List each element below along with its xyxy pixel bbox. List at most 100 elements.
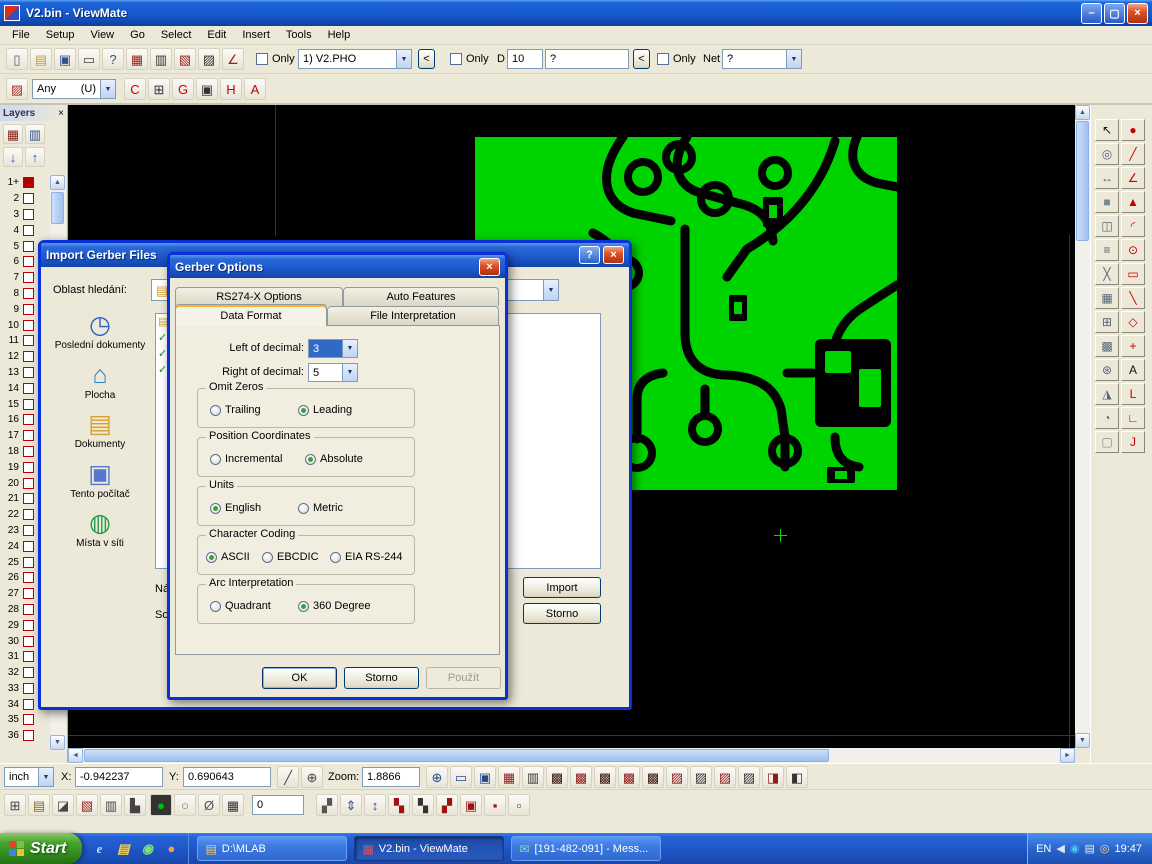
layer-color-swatch[interactable] [23, 714, 34, 725]
only-net-checkbox[interactable]: Only [657, 53, 696, 65]
pad-select-icon[interactable]: ▣ [196, 78, 218, 100]
start-button[interactable]: Start [0, 833, 82, 864]
radio-icon[interactable] [330, 552, 341, 563]
film-icon-5[interactable]: ▩ [642, 766, 664, 788]
layer-color-swatch[interactable] [23, 493, 34, 504]
settings-icon[interactable]: ⊛ [1095, 359, 1119, 381]
select-all-icon[interactable]: ⊞ [4, 794, 26, 816]
highlight-net-icon[interactable]: H [220, 78, 242, 100]
layer-up-icon[interactable]: ↑ [25, 147, 45, 167]
pointer-icon[interactable]: ↖ [1095, 119, 1119, 141]
import-button[interactable]: Import [523, 577, 601, 598]
select-filter-icon[interactable]: ▨ [6, 78, 28, 100]
layer-row[interactable]: 4 [1, 222, 50, 238]
prev-layer-button[interactable]: < [418, 49, 435, 69]
layer-color-swatch[interactable] [23, 604, 34, 615]
radio-checked-icon[interactable] [206, 552, 217, 563]
radio-360-degree[interactable]: 360 Degree [298, 600, 371, 612]
close-button[interactable]: × [479, 258, 500, 276]
vertical-scrollbar[interactable]: ▲ ▼ [1075, 105, 1090, 748]
radio-incremental[interactable]: Incremental [210, 453, 282, 465]
film-icon-3[interactable]: ▩ [594, 766, 616, 788]
layer-color-swatch[interactable] [23, 620, 34, 631]
film-icon-4[interactable]: ▩ [618, 766, 640, 788]
unit-combo[interactable]: inch ▼ [4, 767, 54, 787]
add-slash-icon[interactable]: ╲ [1121, 287, 1145, 309]
rotation-field[interactable]: 0 [252, 795, 304, 815]
negative-icon-4[interactable]: ▨ [738, 766, 760, 788]
add-arc-icon[interactable]: ◜ [1121, 215, 1145, 237]
pad-pattern-icon-2[interactable]: ▚ [412, 794, 434, 816]
menu-item[interactable]: Setup [38, 27, 83, 43]
radio-leading[interactable]: Leading [298, 404, 352, 416]
dcode-table-icon[interactable]: ▥ [150, 48, 172, 70]
radio-icon[interactable] [298, 503, 309, 514]
network-status-icon[interactable]: ◉ [1070, 843, 1080, 855]
add-line-icon[interactable]: ╱ [1121, 143, 1145, 165]
layer-color-swatch[interactable] [23, 320, 34, 331]
layer-pair-icon[interactable]: ▧ [76, 794, 98, 816]
text-marker-icon[interactable]: A [244, 78, 266, 100]
close-button[interactable]: × [603, 246, 624, 264]
x-coordinate-field[interactable]: -0.942237 [75, 767, 163, 787]
dropdown-arrow-icon[interactable]: ▼ [543, 280, 558, 300]
lamp-icon[interactable]: ○ [174, 794, 196, 816]
layer-grid-icon[interactable]: ▦ [3, 124, 23, 144]
layer-color-swatch[interactable] [23, 541, 34, 552]
maximize-button[interactable]: ▢ [1104, 3, 1125, 24]
layer-color-swatch[interactable] [23, 288, 34, 299]
measure-diagonal-icon[interactable]: ╱ [277, 766, 299, 788]
ok-button[interactable]: OK [262, 667, 337, 689]
square-pad-icon[interactable]: ■ [1095, 191, 1119, 213]
tab-auto-features[interactable]: Auto Features [343, 287, 499, 306]
layer-color-swatch[interactable] [23, 193, 34, 204]
rotate-icon[interactable]: ◮ [1095, 383, 1119, 405]
radio-absolute[interactable]: Absolute [305, 453, 363, 465]
layer-color-swatch[interactable] [23, 636, 34, 647]
zoom-box-icon[interactable]: ▭ [450, 766, 472, 788]
scroll-down-icon[interactable]: ▼ [50, 735, 65, 750]
radio-english[interactable]: English [210, 502, 261, 514]
open-file-icon[interactable]: ▤ [30, 48, 52, 70]
pad-pattern-icon-5[interactable]: ▪ [484, 794, 506, 816]
layer-color-swatch[interactable] [23, 225, 34, 236]
layer-color-swatch[interactable] [23, 256, 34, 267]
pad-pattern-icon-4[interactable]: ▣ [460, 794, 482, 816]
layer-down-icon[interactable]: ↓ [3, 147, 23, 167]
select-mode-combo[interactable]: Any (U) ▼ [32, 79, 116, 99]
dropdown-arrow-icon[interactable]: ▼ [100, 80, 115, 98]
menu-item[interactable]: Insert [234, 27, 278, 43]
dcode-filter-field[interactable]: ? [545, 49, 629, 69]
layer-row[interactable]: 36 [1, 728, 50, 744]
layer-color-swatch[interactable] [23, 414, 34, 425]
grid-icon[interactable]: ▦ [222, 794, 244, 816]
radio-quadrant[interactable]: Quadrant [210, 600, 271, 612]
radio-checked-icon[interactable] [298, 601, 309, 612]
snap-grid-icon[interactable]: ⊞ [1095, 311, 1119, 333]
place-documents[interactable]: ▤ Dokumenty [49, 412, 151, 451]
minimize-button[interactable]: – [1081, 3, 1102, 24]
zoom-field[interactable]: 1.8866 [362, 767, 420, 787]
radio-ascii[interactable]: ASCII [206, 551, 250, 563]
checkbox-icon[interactable] [657, 53, 669, 65]
tab-data-format[interactable]: Data Format [175, 304, 327, 326]
add-circle-icon[interactable]: ⊙ [1121, 239, 1145, 261]
layer-select-combo[interactable]: 1) V2.PHO ▼ [298, 49, 412, 69]
radio-checked-icon[interactable] [210, 503, 221, 514]
layer-color-swatch[interactable] [23, 399, 34, 410]
pad-pattern-icon-6[interactable]: ▫ [508, 794, 530, 816]
radio-ebcdic[interactable]: EBCDIC [262, 551, 319, 563]
cancel-button[interactable]: Storno [344, 667, 419, 689]
add-cross-icon[interactable]: + [1121, 335, 1145, 357]
pad-pattern-icon-3[interactable]: ▞ [436, 794, 458, 816]
place-desktop[interactable]: ⌂ Plocha [49, 363, 151, 402]
print-icon[interactable]: ▭ [78, 48, 100, 70]
layer-color-swatch[interactable] [23, 667, 34, 678]
dropdown-arrow-icon[interactable]: ▼ [786, 50, 801, 68]
zoom-fit-icon[interactable]: ▣ [474, 766, 496, 788]
layer-color-swatch[interactable] [23, 699, 34, 710]
layer-color-swatch[interactable] [23, 383, 34, 394]
radio-icon[interactable] [262, 552, 273, 563]
place-computer[interactable]: ▣ Tento počítač [49, 462, 151, 501]
menu-item[interactable]: File [4, 27, 38, 43]
